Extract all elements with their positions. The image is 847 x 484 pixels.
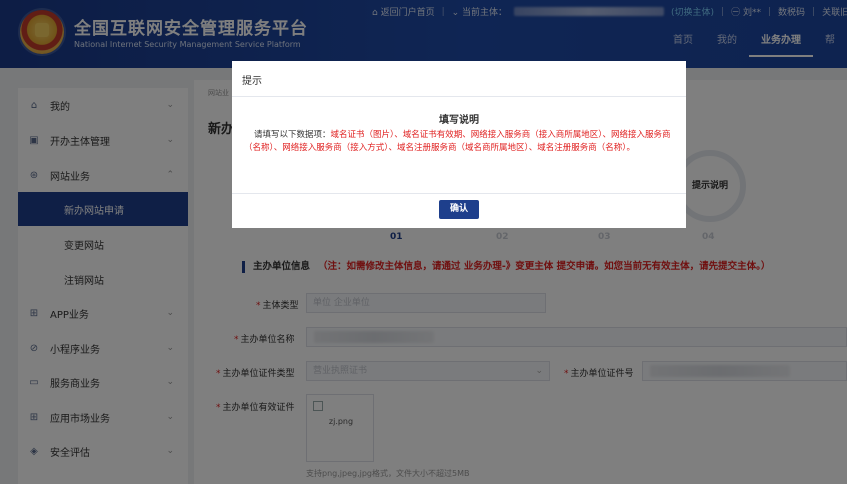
confirm-button[interactable]: 确认	[439, 200, 479, 219]
modal-heading: 填写说明	[439, 115, 479, 126]
modal-lead-text: 请填写以下数据项：	[254, 130, 331, 140]
modal-title: 提示	[242, 76, 262, 87]
tips-modal: 提示 填写说明 请填写以下数据项：域名证书（图片）、域名证书有效期、网络接入服务…	[232, 61, 686, 228]
divider	[232, 193, 686, 194]
divider	[232, 96, 686, 97]
modal-body: 请填写以下数据项：域名证书（图片）、域名证书有效期、网络接入服务商（接入商所属地…	[244, 129, 676, 155]
